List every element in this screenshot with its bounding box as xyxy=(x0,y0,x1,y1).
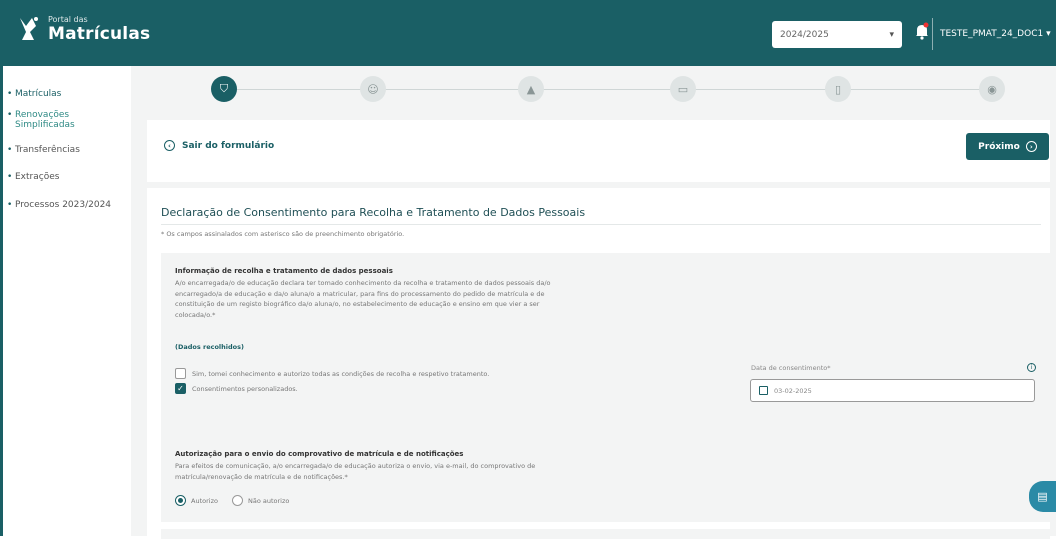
sidebar-item-label: Matrículas xyxy=(15,89,62,99)
step-documents[interactable]: ▯ xyxy=(825,76,851,102)
bullet-icon: • xyxy=(7,172,13,182)
authorize-radio[interactable] xyxy=(175,495,186,506)
notification-bell-icon[interactable] xyxy=(914,22,930,40)
notification-authorization-section: Autorização para o envio do comprovativo… xyxy=(161,436,1050,522)
user-name: TESTE_PMAT_24_DOC1 xyxy=(940,29,1044,39)
back-arrow-icon: ‹ xyxy=(164,140,175,151)
custom-consent-checkbox-row[interactable]: ✓ Consentimentos personalizados. xyxy=(175,383,298,394)
sidebar-item-label: Renovações Simplificadas xyxy=(15,110,75,130)
bullet-icon: • xyxy=(7,200,13,210)
consent-form-card: Declaração de Consentimento para Recolha… xyxy=(147,188,1050,539)
consent-all-checkbox[interactable] xyxy=(175,368,186,379)
not-authorize-radio[interactable] xyxy=(231,495,243,506)
top-bar: Portal das Matrículas 2024/2025 ▾ TESTE_… xyxy=(0,0,1056,66)
person-icon: ☺ xyxy=(367,82,379,96)
step-person[interactable]: ☺ xyxy=(360,76,386,102)
school-year-select[interactable]: 2024/2025 ▾ xyxy=(772,21,902,48)
sidebar-item-processos[interactable]: • Processos 2023/2024 xyxy=(7,200,111,210)
id-card-icon: ▭ xyxy=(677,82,689,96)
graduation-cap-icon: ▲ xyxy=(526,82,536,96)
consent-date-label: Data de consentimento* xyxy=(751,364,831,372)
logo-title: Matrículas xyxy=(48,23,151,44)
radio-label: Autorizo xyxy=(191,496,218,505)
logo-subtitle: Portal das xyxy=(48,14,88,24)
consent-date-field[interactable]: 03-02-2025 xyxy=(750,379,1035,402)
portal-logo[interactable]: Portal das Matrículas xyxy=(14,14,150,44)
sidebar-item-transferencias[interactable]: • Transferências xyxy=(7,145,80,155)
checkbox-label: Sim, tomei conhecimento e autorizo todas… xyxy=(192,369,490,378)
exit-form-link[interactable]: ‹ Sair do formulário xyxy=(164,140,274,151)
chat-bubble-icon: ▤ xyxy=(1037,490,1048,503)
eye-icon: ◉ xyxy=(987,82,997,96)
step-review[interactable]: ◉ xyxy=(979,76,1005,102)
sidebar: • Matrículas • Renovações Simplificadas • T… xyxy=(3,66,131,536)
header-divider xyxy=(932,18,933,50)
bullet-icon: • xyxy=(7,110,13,120)
next-button[interactable]: Próximo › xyxy=(966,133,1049,160)
custom-consent-checkbox[interactable]: ✓ xyxy=(175,383,186,394)
sidebar-item-matriculas[interactable]: • Matrículas xyxy=(7,89,61,99)
step-id[interactable]: ▭ xyxy=(670,76,696,102)
school-year-value: 2024/2025 xyxy=(780,29,829,40)
shield-icon: ⛉ xyxy=(219,82,229,95)
form-stepper: ⛉ ☺ ▲ ▭ ▯ ◉ xyxy=(131,66,1056,116)
section-heading: Autorização para o envio do comprovativo… xyxy=(175,450,464,458)
chevron-down-icon: ▾ xyxy=(889,29,894,40)
user-menu[interactable]: TESTE_PMAT_24_DOC1 ▾ xyxy=(940,29,1051,39)
collected-data-heading: (Dados recolhidos) xyxy=(175,343,244,351)
form-title: Declaração de Consentimento para Recolha… xyxy=(161,206,586,219)
calendar-icon[interactable] xyxy=(759,386,768,395)
exit-form-label: Sair do formulário xyxy=(182,140,275,151)
sidebar-item-label: Processos 2023/2024 xyxy=(15,200,112,210)
checkbox-label: Consentimentos personalizados. xyxy=(192,384,298,393)
data-processing-section: Informação de recolha e tratamento de da… xyxy=(161,253,1050,445)
form-actions-card: ‹ Sair do formulário Próximo › xyxy=(147,120,1050,182)
bullet-icon: • xyxy=(7,145,13,155)
consent-date-value: 03-02-2025 xyxy=(774,386,812,395)
sidebar-item-extracoes[interactable]: • Extrações xyxy=(7,172,59,182)
next-button-label: Próximo xyxy=(978,141,1020,152)
authorization-radio-group: Autorizo Não autorizo xyxy=(175,495,289,506)
required-fields-note: * Os campos assinalados com asterisco sã… xyxy=(161,230,405,238)
document-icon: ▯ xyxy=(834,82,842,96)
bullet-icon: • xyxy=(7,89,13,99)
sidebar-item-label: Extrações xyxy=(15,172,60,182)
section-description: Para efeitos de comunicação, a/o encarre… xyxy=(175,462,536,481)
step-education[interactable]: ▲ xyxy=(518,76,544,102)
radio-label: Não autorizo xyxy=(247,496,290,505)
next-section-top xyxy=(161,529,1050,539)
forward-arrow-icon: › xyxy=(1025,141,1037,152)
step-consent[interactable]: ⛉ xyxy=(211,76,237,102)
section-description: A/o encarregada/o de educação declara te… xyxy=(175,279,551,319)
sidebar-item-label: Transferências xyxy=(15,145,80,155)
title-divider xyxy=(161,224,1041,225)
consent-all-checkbox-row[interactable]: Sim, tomei conhecimento e autorizo todas… xyxy=(175,368,489,379)
info-icon[interactable]: i xyxy=(1027,363,1036,372)
sidebar-item-renovacoes[interactable]: • Renovações Simplificadas xyxy=(7,110,97,130)
logo-icon xyxy=(14,14,42,44)
chat-button[interactable]: ▤ xyxy=(1029,481,1056,512)
stepper-line xyxy=(224,89,1004,90)
section-heading: Informação de recolha e tratamento de da… xyxy=(175,267,393,275)
